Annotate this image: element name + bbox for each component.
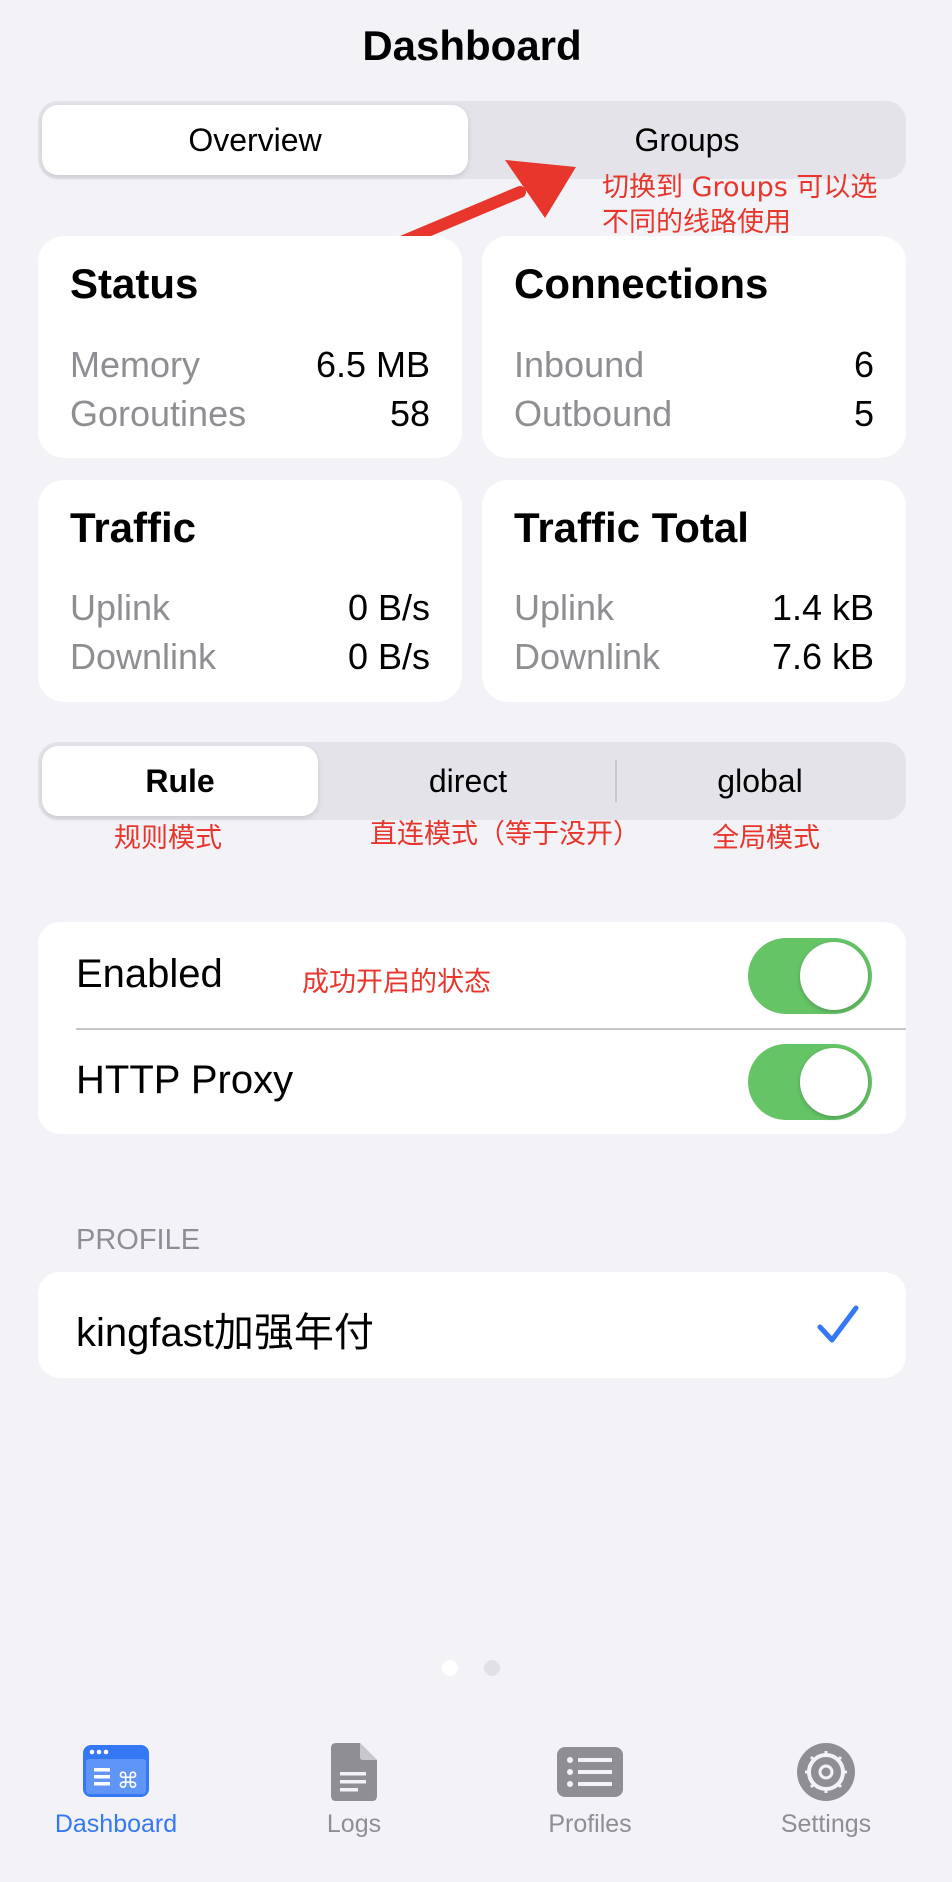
uplink-label: Uplink	[70, 587, 171, 628]
segment-divider	[615, 760, 617, 802]
connections-card: Connections Inbound 6 Outbound 5	[482, 236, 906, 458]
inbound-label: Inbound	[514, 344, 645, 385]
goroutines-value: 58	[389, 393, 430, 434]
downlink-label: Downlink	[70, 636, 217, 677]
profile-name: kingfast加强年付	[76, 1311, 374, 1355]
tabbar-dashboard-label: Dashboard	[54, 1810, 178, 1838]
memory-label: Memory	[70, 344, 201, 385]
http-proxy-label: HTTP Proxy	[76, 1058, 294, 1102]
mode-segmented-control: Rule direct global	[38, 742, 906, 820]
traffic-card-title: Traffic	[70, 504, 197, 551]
mode-rule-label: Rule	[145, 763, 215, 799]
dashboard-icon: ⌘	[83, 1745, 149, 1797]
total-downlink-value: 7.6 kB	[771, 636, 874, 677]
profile-section-header: PROFILE	[76, 1224, 201, 1256]
total-uplink-label: Uplink	[514, 587, 615, 628]
mode-direct-label: direct	[428, 763, 508, 799]
page-dot-current[interactable]	[442, 1660, 458, 1676]
traffic-total-card-title: Traffic Total	[514, 504, 749, 551]
http-proxy-toggle-knob	[800, 1048, 868, 1116]
traffic-total-card: Traffic Total Uplink 1.4 kB Downlink 7.6…	[482, 480, 906, 702]
tab-bar: ⌘ Dashboard Logs Profiles Settings	[0, 1718, 952, 1882]
list-icon	[557, 1747, 623, 1797]
svg-text:⌘: ⌘	[117, 1769, 139, 1794]
annotation-groups-line1: 切换到 Groups 可以选	[602, 172, 878, 203]
annotation-direct: 直连模式（等于没开）	[370, 819, 640, 850]
settings-group: Enabled 成功开启的状态 HTTP Proxy	[38, 922, 906, 1134]
traffic-card: Traffic Uplink 0 B/s Downlink 0 B/s	[38, 480, 462, 702]
tabbar-settings-label: Settings	[780, 1810, 872, 1838]
connections-card-title: Connections	[514, 260, 769, 307]
outbound-label: Outbound	[514, 393, 673, 434]
enabled-toggle[interactable]	[748, 938, 872, 1014]
enabled-label: Enabled	[76, 952, 223, 996]
annotation-rule: 规则模式	[114, 823, 222, 854]
downlink-value: 0 B/s	[347, 636, 430, 677]
checkmark-icon	[817, 1305, 859, 1343]
status-card-title: Status	[70, 260, 199, 307]
mode-global-label: global	[717, 763, 803, 799]
tabbar-profiles-label: Profiles	[548, 1810, 632, 1838]
inbound-value: 6	[853, 344, 874, 385]
total-downlink-label: Downlink	[514, 636, 661, 677]
gear-icon	[797, 1743, 855, 1801]
profile-item[interactable]: kingfast加强年付	[38, 1272, 906, 1378]
mode-direct[interactable]: direct	[322, 746, 614, 816]
http-proxy-row: HTTP Proxy	[38, 1030, 906, 1134]
mode-rule[interactable]: Rule	[42, 746, 318, 816]
tabbar-logs[interactable]: Logs	[254, 1718, 454, 1868]
status-card: Status Memory 6.5 MB Goroutines 58	[38, 236, 462, 458]
mode-global[interactable]: global	[618, 746, 902, 816]
http-proxy-toggle[interactable]	[748, 1044, 872, 1120]
uplink-value: 0 B/s	[347, 587, 430, 628]
outbound-value: 5	[853, 393, 874, 434]
annotation-groups-line2: 不同的线路使用	[602, 207, 791, 238]
memory-value: 6.5 MB	[315, 344, 430, 385]
tabbar-logs-label: Logs	[326, 1810, 382, 1838]
enabled-toggle-knob	[800, 942, 868, 1010]
annotation-enabled: 成功开启的状态	[302, 967, 491, 998]
tabbar-profiles[interactable]: Profiles	[490, 1718, 690, 1868]
tabbar-dashboard[interactable]: ⌘ Dashboard	[16, 1718, 216, 1868]
page-dot[interactable]	[484, 1660, 500, 1676]
enabled-row: Enabled 成功开启的状态	[38, 922, 906, 1028]
total-uplink-value: 1.4 kB	[771, 587, 874, 628]
document-icon	[331, 1743, 377, 1801]
tabbar-settings[interactable]: Settings	[726, 1718, 926, 1868]
goroutines-label: Goroutines	[70, 393, 247, 434]
annotation-global: 全局模式	[712, 823, 820, 854]
